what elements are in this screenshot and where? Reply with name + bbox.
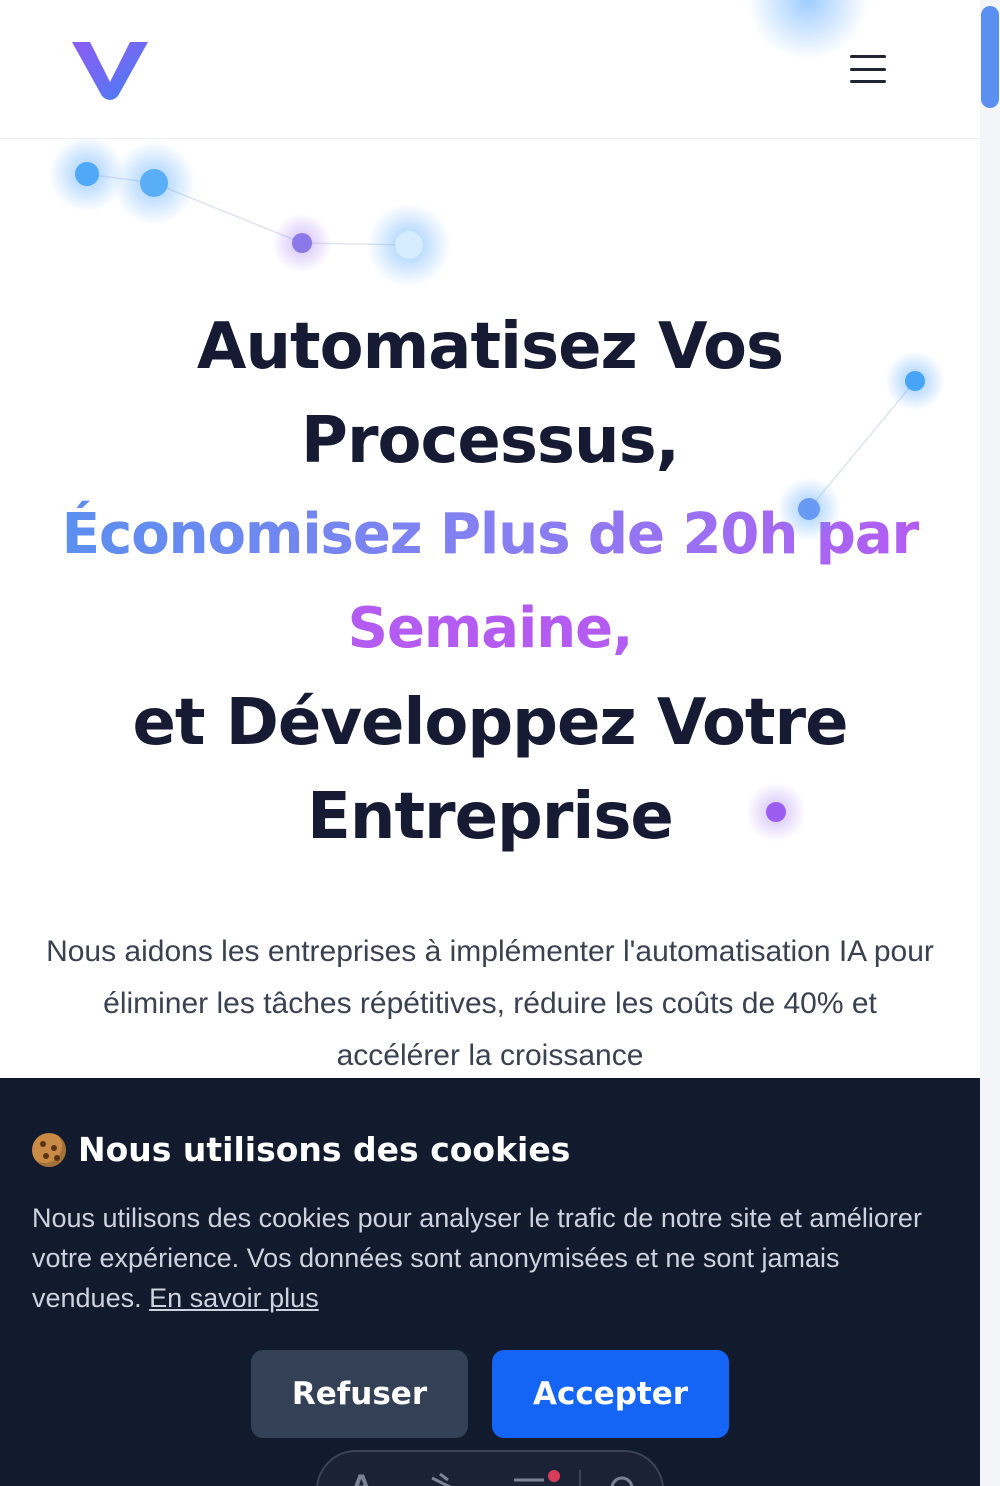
scrollbar-thumb[interactable]	[981, 6, 999, 108]
toolbar-icons: A	[352, 1470, 634, 1486]
refuse-button[interactable]: Refuser	[251, 1350, 468, 1438]
learn-more-link[interactable]: En savoir plus	[149, 1283, 319, 1313]
network-node	[112, 141, 196, 225]
cookie-icon	[32, 1132, 66, 1167]
hero-title: Automatisez Vos Processus, Économisez Pl…	[0, 300, 980, 864]
hero-title-line: Entreprise	[307, 780, 674, 854]
accept-button[interactable]: Accepter	[492, 1350, 729, 1438]
cookie-title-text: Nous utilisons des cookies	[78, 1130, 571, 1169]
network-node	[272, 213, 332, 273]
hamburger-menu-icon[interactable]	[846, 52, 890, 86]
hero-title-line: et Développez Votre	[132, 686, 849, 760]
menu-bar	[850, 80, 886, 83]
menu-bar	[850, 67, 886, 71]
site-header	[0, 0, 980, 139]
hero-title-highlight: Économisez Plus de 20h par	[0, 488, 980, 582]
floating-toolbar: A	[316, 1450, 664, 1486]
network-node	[367, 203, 451, 287]
hero-subtitle: Nous aidons les entreprises à implémente…	[46, 935, 934, 1072]
cookie-banner-title: Nous utilisons des cookies	[32, 1130, 932, 1169]
svg-text:A: A	[352, 1470, 371, 1486]
menu-bar	[850, 55, 886, 58]
hero-title-line: Automatisez Vos	[196, 310, 784, 384]
network-node	[49, 136, 125, 212]
hero-title-highlight: Semaine,	[347, 596, 634, 661]
logo[interactable]	[70, 38, 150, 102]
hero-title-line: Processus,	[301, 404, 680, 478]
scrollbar-track[interactable]	[980, 0, 1000, 1486]
cookie-banner-text: Nous utilisons des cookies pour analyser…	[32, 1198, 932, 1318]
